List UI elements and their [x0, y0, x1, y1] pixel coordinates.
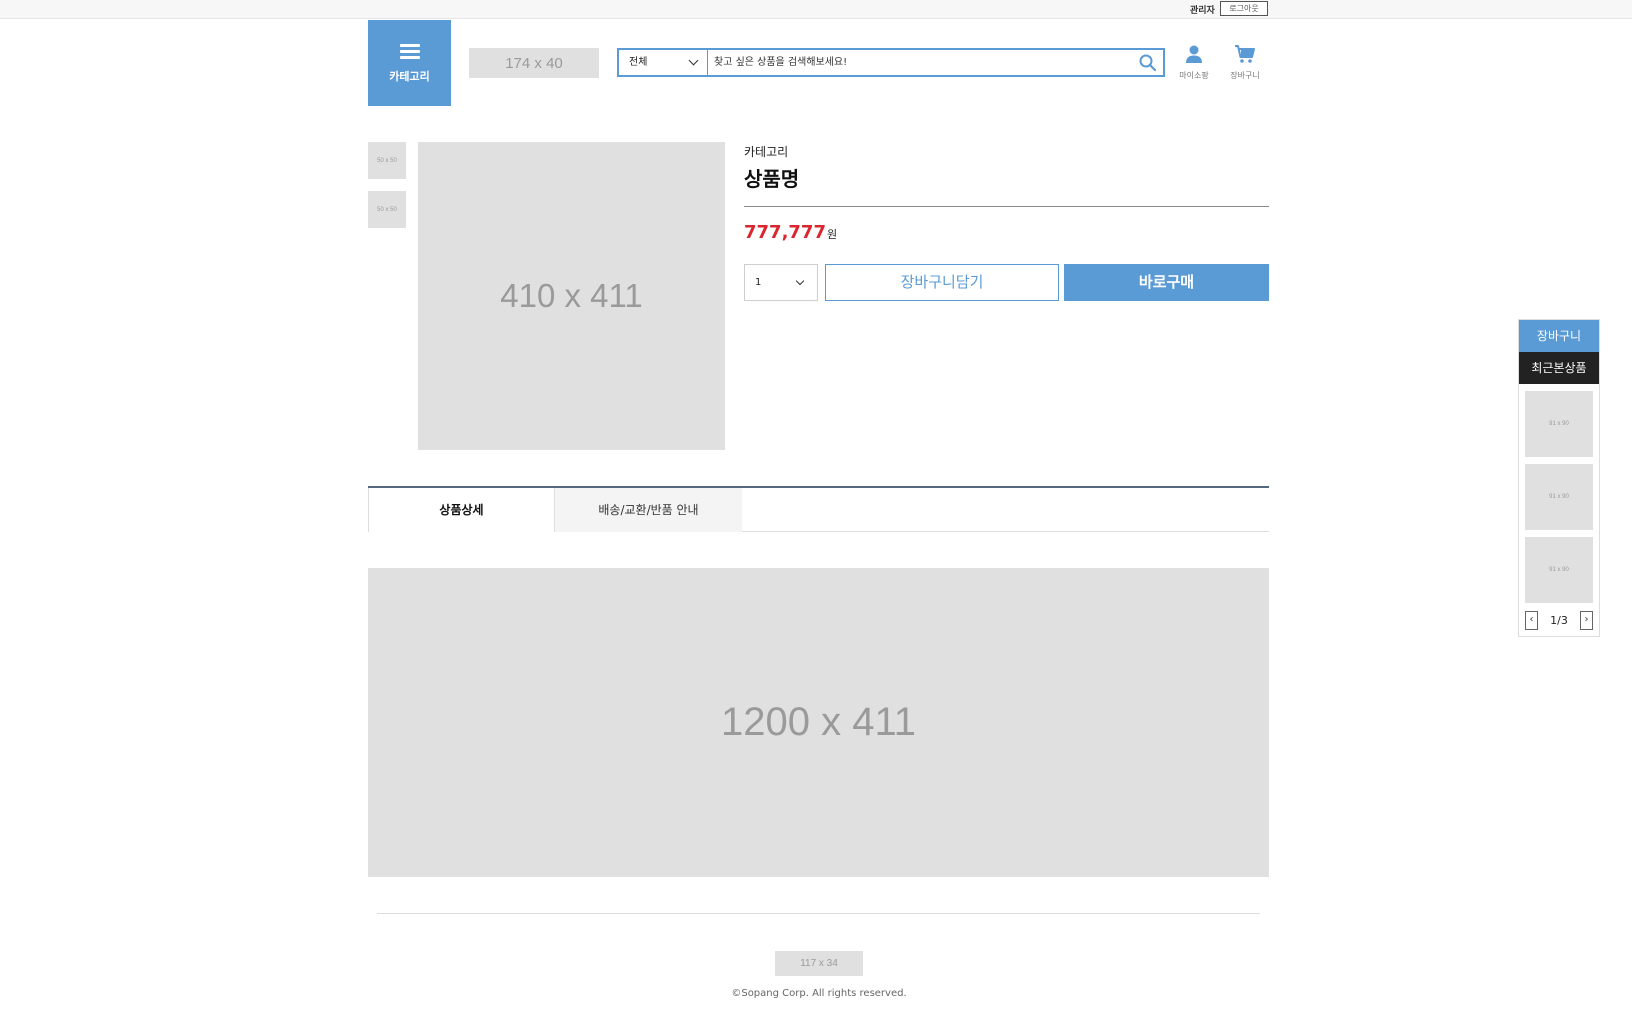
copyright-text: ©Sopang Corp. All rights reserved.: [731, 988, 907, 999]
product-category: 카테고리: [744, 145, 789, 159]
recent-product-thumbnail[interactable]: 91 x 90: [1525, 391, 1593, 457]
recent-products-header: 최근본상품: [1519, 352, 1599, 384]
product-thumbnail[interactable]: 50 x 50: [368, 142, 406, 179]
footer-divider: [377, 913, 1260, 914]
product-main-image: 410 x 411: [418, 142, 725, 450]
quantity-select[interactable]: 1: [744, 264, 818, 301]
search-input[interactable]: [714, 52, 1114, 73]
hamburger-icon: [399, 44, 420, 60]
divider: [744, 206, 1269, 207]
chevron-left-icon[interactable]: ‹: [1525, 611, 1538, 630]
quantity-value: 1: [755, 277, 762, 288]
tabs-bottom-border: [742, 531, 1269, 532]
chevron-right-icon[interactable]: ›: [1580, 611, 1593, 630]
category-menu-button[interactable]: 카테고리: [368, 20, 451, 106]
user-icon: [1186, 45, 1202, 63]
footer-logo: 117 x 34: [775, 951, 863, 976]
search-scope-select[interactable]: 전체: [619, 50, 708, 75]
price-currency: 원: [826, 228, 838, 241]
tab-product-detail[interactable]: 상품상세: [368, 488, 555, 532]
site-logo[interactable]: 174 x 40: [469, 48, 599, 78]
tab-shipping-info[interactable]: 배송/교환/반품 안내: [555, 488, 742, 532]
product-price: 777,777원: [744, 222, 837, 243]
floating-side-panel: 장바구니 최근본상품 91 x 90 91 x 90 91 x 90 1/3 ‹…: [1518, 319, 1600, 637]
recent-product-thumbnail[interactable]: 91 x 90: [1525, 464, 1593, 530]
product-thumbnail[interactable]: 50 x 50: [368, 191, 406, 228]
recent-product-thumbnail[interactable]: 91 x 90: [1525, 537, 1593, 603]
chevron-down-icon: [688, 55, 699, 66]
mypage-label: 마이소팡: [1179, 71, 1209, 80]
product-name: 상품명: [744, 167, 800, 191]
chevron-down-icon: [795, 276, 805, 286]
cart-label: 장바구니: [1230, 71, 1260, 80]
side-cart-button[interactable]: 장바구니: [1519, 320, 1599, 352]
search-icon[interactable]: [1138, 53, 1158, 73]
search-bar: 전체: [617, 48, 1165, 77]
category-menu-label: 카테고리: [389, 70, 430, 83]
cart-icon: [1235, 45, 1255, 63]
admin-link[interactable]: 관리자: [1190, 3, 1215, 16]
search-scope-value: 전체: [629, 57, 648, 68]
buy-now-button[interactable]: 바로구매: [1064, 264, 1269, 301]
logout-button[interactable]: 로그아웃: [1220, 1, 1268, 16]
mypage-button[interactable]: 마이소팡: [1170, 44, 1218, 81]
add-to-cart-button[interactable]: 장바구니담기: [825, 264, 1059, 301]
top-utility-bar: 관리자 로그아웃: [0, 0, 1632, 19]
product-detail-image: 1200 x 411: [368, 568, 1269, 877]
price-value: 777,777: [744, 222, 826, 243]
cart-button[interactable]: 장바구니: [1221, 44, 1269, 81]
recent-pager: 1/3 ‹ ›: [1519, 611, 1599, 631]
